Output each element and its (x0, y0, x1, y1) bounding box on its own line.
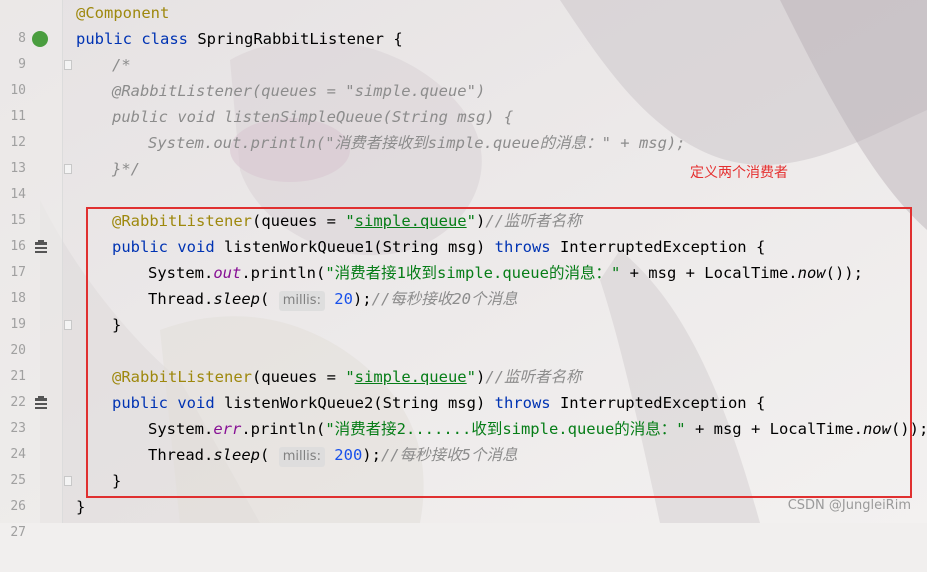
highlight-box (86, 207, 912, 498)
annotation-note: 定义两个消费者 (690, 165, 788, 181)
block-comment: public void listenSimpleQueue(String msg… (112, 108, 514, 126)
code-line-9[interactable]: 9 public class SpringRabbitListener { (0, 26, 927, 72)
code-line-12[interactable]: 12 public void listenSimpleQueue(String … (0, 104, 927, 150)
class-name: SpringRabbitListener { (188, 30, 403, 48)
run-method-icon[interactable] (34, 240, 48, 254)
block-comment: }*/ (112, 160, 140, 178)
line-number: 27 (10, 525, 26, 540)
block-comment: /* (112, 56, 131, 74)
code-line-8[interactable]: 8 @Component (0, 0, 927, 46)
code-line-13[interactable]: 13 System.out.println("消费者接收到simple.queu… (0, 130, 927, 176)
watermark: CSDN @JungleiRim (787, 498, 911, 513)
block-comment: @RabbitListener(queues = "simple.queue") (112, 82, 486, 100)
keyword: class (141, 30, 189, 48)
code-line-15[interactable]: 15 (0, 182, 927, 228)
fold-marker[interactable] (64, 320, 72, 330)
fold-marker[interactable] (64, 60, 72, 70)
block-comment: System.out.println("消费者接收到simple.queue的消… (148, 134, 686, 152)
keyword: public (76, 30, 132, 48)
fold-marker[interactable] (64, 164, 72, 174)
annotation-component: @Component (76, 4, 170, 22)
code-line-11[interactable]: 11 @RabbitListener(queues = "simple.queu… (0, 78, 927, 124)
code-line-10[interactable]: 10 /* (0, 52, 927, 98)
fold-marker[interactable] (64, 476, 72, 486)
spring-bean-icon[interactable] (32, 31, 48, 47)
run-method-icon[interactable] (34, 396, 48, 410)
